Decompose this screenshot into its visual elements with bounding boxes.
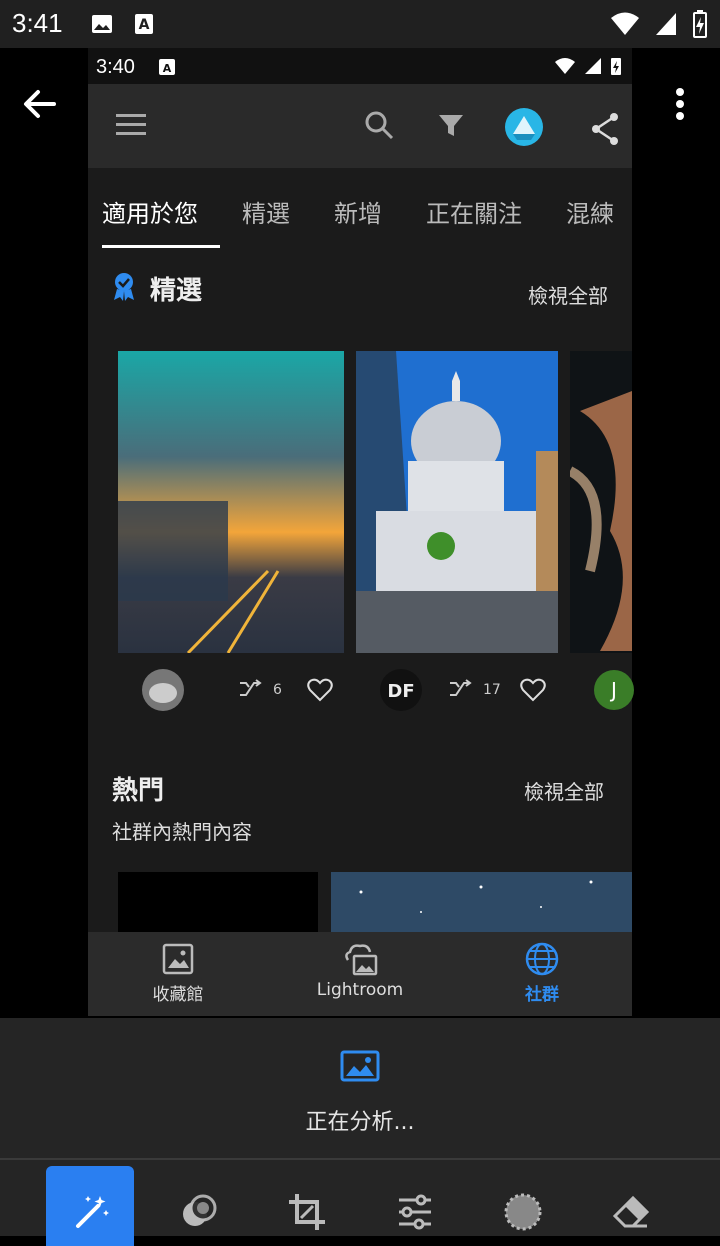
featured-header: 精選 檢視全部 (88, 244, 632, 308)
nav-library[interactable]: 收藏館 (118, 942, 238, 1005)
auto-enhance-tool[interactable] (46, 1166, 134, 1246)
award-badge-icon (114, 273, 134, 301)
looks-icon (183, 1194, 217, 1226)
author-avatar-1[interactable] (142, 669, 184, 711)
battery-icon (693, 10, 707, 38)
featured-photo-3[interactable] (570, 351, 632, 653)
app-bar (88, 84, 632, 168)
magic-wand-icon (76, 1196, 109, 1228)
featured-photo-2[interactable] (356, 351, 558, 653)
photo-road-sunset (118, 351, 344, 653)
popular-subtitle: 社群內熱門內容 (112, 820, 252, 844)
remix-icon[interactable] (238, 679, 262, 699)
popular-view-all-link[interactable]: 檢視全部 (524, 776, 604, 805)
popular-thumb-2[interactable] (331, 872, 632, 932)
share-count-2: 17 (483, 682, 501, 698)
search-icon[interactable] (364, 110, 394, 140)
wifi-icon (555, 58, 575, 74)
nav-community-label: 社群 (525, 985, 559, 1005)
cloud-photo-icon (345, 944, 378, 976)
menu-icon[interactable] (116, 114, 146, 136)
eraser-icon (612, 1195, 650, 1228)
tab-new[interactable]: 新增 (334, 168, 404, 244)
crop-tool[interactable] (261, 1166, 349, 1246)
signal-icon (656, 13, 676, 35)
globe-icon (525, 942, 559, 976)
tab-featured[interactable]: 精選 (242, 168, 312, 244)
nav-community[interactable]: 社群 (482, 942, 602, 1005)
image-icon (340, 1050, 380, 1082)
featured-photo-1[interactable] (118, 351, 344, 653)
avatar-graphic-icon (513, 116, 535, 140)
divider (0, 1158, 720, 1160)
analyzing-status: 正在分析... (305, 1110, 415, 1135)
selective-icon (504, 1193, 542, 1231)
featured-view-all-link[interactable]: 檢視全部 (528, 280, 608, 309)
remix-icon[interactable] (448, 679, 472, 699)
popular-title: 熱門 (112, 776, 165, 806)
avatar-image: DF (380, 669, 422, 711)
adjust-tool[interactable] (369, 1166, 457, 1246)
sliders-icon (399, 1194, 431, 1230)
app-notification-icon: A (159, 59, 175, 75)
status-time: 3:41 (12, 8, 63, 38)
back-arrow-icon[interactable] (20, 84, 60, 124)
battery-icon (611, 58, 621, 75)
more-vert-icon[interactable] (664, 84, 696, 124)
svg-text:A: A (163, 62, 172, 75)
image-notification-icon (92, 15, 112, 33)
heart-icon[interactable] (307, 678, 333, 702)
nav-library-label: 收藏館 (152, 985, 204, 1005)
wifi-icon (611, 12, 639, 35)
bottom-nav: 收藏館 Lightroom 社群 (88, 932, 632, 1016)
svg-text:A: A (139, 17, 150, 33)
looks-tool[interactable] (153, 1166, 241, 1246)
tab-following[interactable]: 正在關注 (426, 168, 544, 244)
feed-tabs: 適用於您 精選 新增 正在關注 混練 (88, 168, 632, 248)
heart-icon[interactable] (520, 678, 546, 702)
photo-dancer-motion (570, 351, 632, 653)
selective-tool[interactable] (477, 1166, 565, 1246)
inner-status-bar: 3:40 A (88, 48, 632, 84)
photo-starry-sky (331, 872, 632, 932)
popular-thumb-1[interactable] (118, 872, 318, 932)
share-icon[interactable] (590, 112, 622, 146)
signal-icon (585, 58, 601, 74)
author-avatar-3[interactable]: J (594, 670, 634, 710)
tab-for-you[interactable]: 適用於您 (102, 168, 220, 248)
svg-text:DF: DF (387, 681, 414, 702)
app-notification-icon: A (135, 14, 153, 34)
system-status-bar: 3:41 A (0, 0, 720, 48)
share-count-1: 6 (273, 682, 282, 698)
nav-lightroom-label: Lightroom (316, 980, 404, 1000)
avatar-image (142, 669, 184, 711)
healing-tool[interactable] (585, 1166, 673, 1246)
user-avatar[interactable] (505, 108, 543, 146)
inner-status-time: 3:40 (96, 56, 135, 78)
filter-icon[interactable] (438, 114, 464, 138)
nav-lightroom[interactable]: Lightroom (300, 942, 420, 1000)
library-icon (162, 943, 194, 975)
featured-title: 精選 (150, 276, 203, 306)
tab-remix[interactable]: 混練 (566, 168, 632, 244)
editor-panel: 正在分析... (0, 1018, 720, 1246)
crop-icon (289, 1194, 325, 1230)
author-avatar-2[interactable]: DF (380, 669, 422, 711)
photo-cathedral (356, 351, 558, 653)
